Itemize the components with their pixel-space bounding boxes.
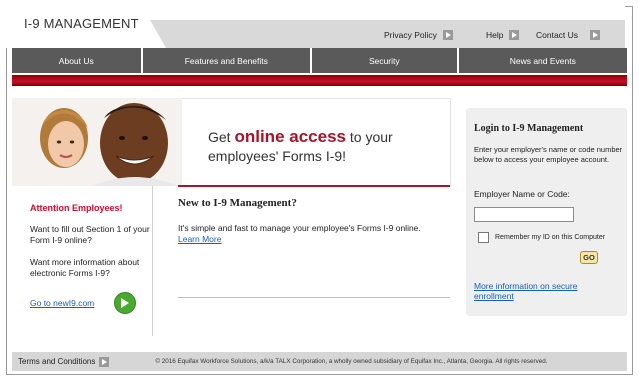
footer: Terms and Conditions © 2016 Equifax Work…	[12, 352, 627, 371]
headline-line2: employees' Forms I-9!	[208, 148, 347, 164]
login-panel: Login to I-9 Management Enter your emplo…	[466, 108, 627, 316]
login-instructions: Enter your employer's name or code numbe…	[474, 145, 623, 164]
privacy-policy-link[interactable]: Privacy Policy	[384, 30, 453, 40]
headline-highlight: online access	[234, 127, 346, 146]
terms-link[interactable]: Terms and Conditions	[18, 356, 110, 367]
employer-label: Employer Name or Code:	[474, 189, 570, 199]
remember-label: Remember my ID on this Computer	[495, 234, 606, 241]
site-brand: I-9 MANAGEMENT	[12, 10, 152, 42]
copyright-text: © 2016 Equifax Workforce Solutions, a/k/…	[155, 358, 548, 365]
banner-divider	[178, 185, 450, 187]
privacy-policy-label: Privacy Policy	[384, 30, 437, 40]
arrow-icon	[99, 356, 110, 367]
content-divider	[178, 297, 450, 298]
nav-features-and-benefits[interactable]: Features and Benefits	[142, 48, 311, 73]
headline-post: to your	[345, 129, 393, 145]
login-title: Login to I-9 Management	[474, 123, 584, 134]
arrow-right-icon[interactable]	[114, 292, 136, 314]
banner-photo	[12, 98, 182, 186]
accent-bar	[12, 75, 627, 86]
new-to-i9-body: It's simple and fast to manage your empl…	[178, 223, 421, 233]
terms-label: Terms and Conditions	[18, 357, 96, 366]
banner-headline: Get online access to your employees' For…	[208, 127, 393, 166]
new-to-i9-heading: New to I-9 Management?	[178, 197, 297, 209]
nav-news-and-events[interactable]: News and Events	[458, 48, 628, 73]
attention-heading: Attention Employees!	[30, 203, 123, 213]
help-link[interactable]: Help	[486, 30, 520, 40]
secure-enrollment-link[interactable]: More information on secure enrollment	[474, 281, 614, 301]
help-label: Help	[486, 30, 504, 40]
go-button[interactable]: GO	[580, 251, 598, 264]
remember-row: Remember my ID on this Computer	[478, 232, 605, 243]
goto-newi9-link[interactable]: Go to newI9.com	[30, 298, 94, 308]
people-photo	[12, 98, 182, 186]
learn-more-link[interactable]: Learn More	[178, 234, 221, 244]
arrow-icon	[590, 30, 601, 40]
employer-input[interactable]	[474, 207, 574, 222]
new-to-i9-text: It's simple and fast to manage your empl…	[178, 223, 438, 245]
contact-us-link[interactable]: Contact Us	[536, 30, 601, 40]
section1-text: Want to fill out Section 1 of your Form …	[30, 224, 150, 245]
employee-panel: Attention Employees! Want to fill out Se…	[18, 186, 153, 336]
headline-pre: Get	[208, 129, 235, 145]
nav-security[interactable]: Security	[312, 48, 457, 73]
nav-about-us[interactable]: About Us	[12, 48, 141, 73]
more-info-text: Want more information about electronic F…	[30, 257, 140, 278]
main-nav: About Us Features and Benefits Security …	[12, 48, 628, 73]
arrow-icon	[442, 30, 453, 40]
arrow-icon	[509, 30, 520, 40]
header: I-9 MANAGEMENT	[0, 0, 625, 48]
contact-us-label: Contact Us	[536, 30, 579, 40]
remember-checkbox[interactable]	[478, 232, 489, 243]
